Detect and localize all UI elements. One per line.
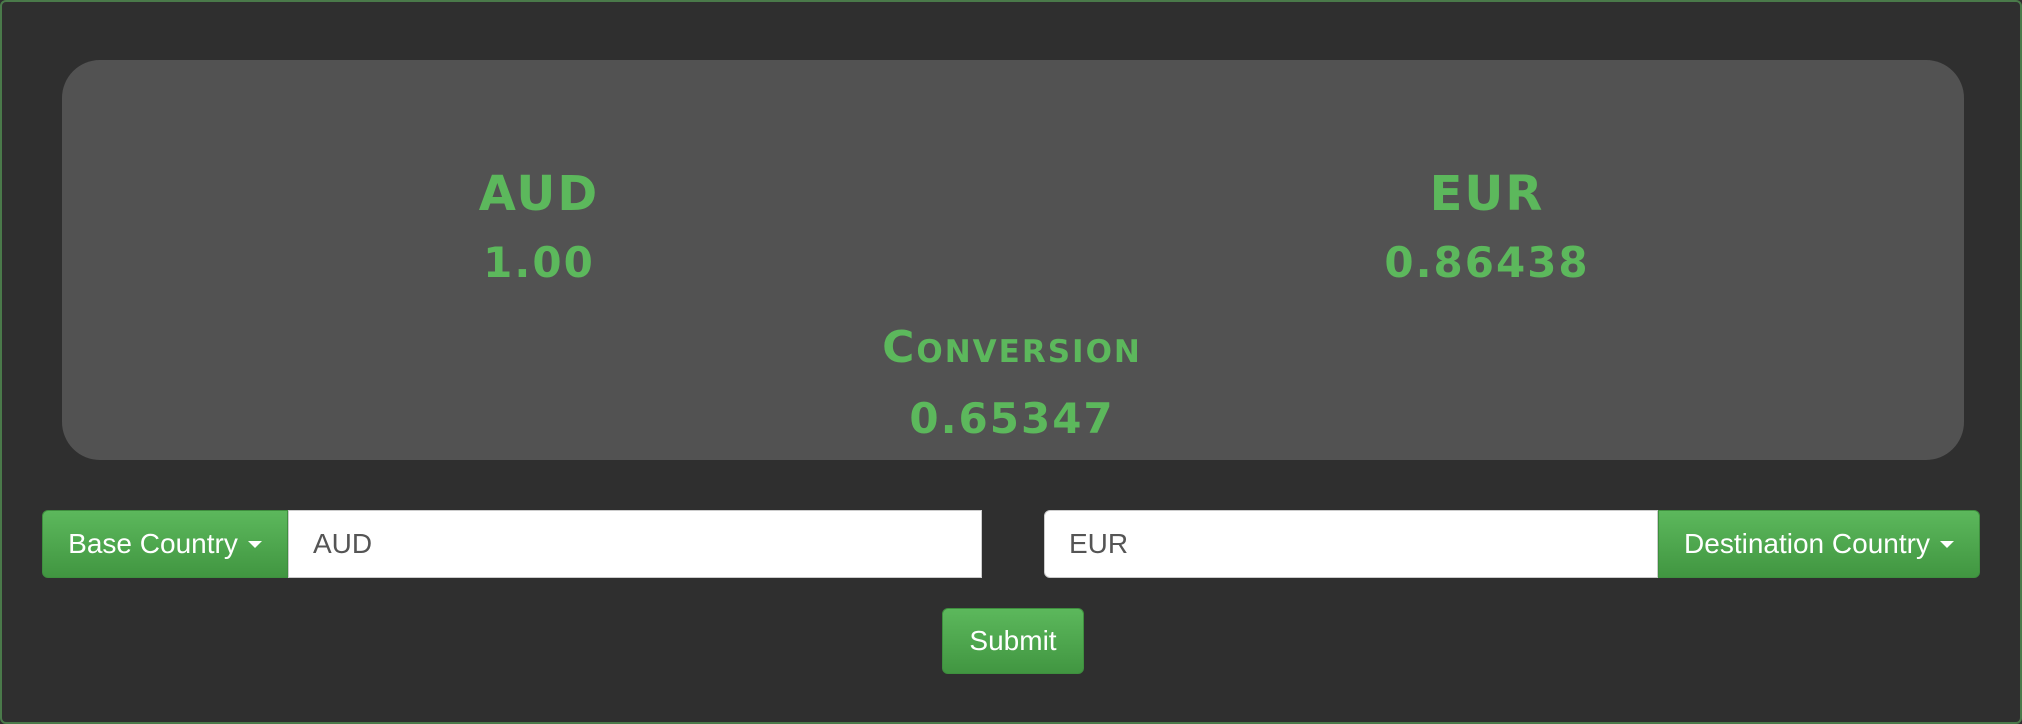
destination-currency-value: 0.86438: [1384, 238, 1590, 287]
submit-button[interactable]: Submit: [942, 608, 1084, 674]
base-country-dropdown-label: Base Country: [68, 528, 238, 559]
base-country-input-value: AUD: [313, 528, 373, 559]
conversion-title: Conversion: [882, 322, 1142, 373]
destination-country-input[interactable]: EUR: [1044, 510, 1658, 578]
conversion-rate-value: 0.65347: [909, 394, 1115, 443]
caret-down-icon: [247, 540, 262, 548]
caret-down-icon: [1939, 540, 1954, 548]
base-country-input[interactable]: AUD: [288, 510, 982, 578]
base-country-dropdown-button[interactable]: Base Country: [42, 510, 288, 578]
app-frame: AUD 1.00 EUR 0.86438 Conversion 0.65347 …: [0, 0, 2022, 724]
destination-country-input-value: EUR: [1069, 528, 1129, 559]
destination-currency-code: EUR: [1429, 166, 1545, 222]
base-currency-value: 1.00: [483, 238, 595, 287]
destination-country-dropdown-button[interactable]: Destination Country: [1658, 510, 1980, 578]
destination-country-dropdown-label: Destination Country: [1684, 528, 1930, 559]
base-currency-code: AUD: [478, 166, 600, 222]
